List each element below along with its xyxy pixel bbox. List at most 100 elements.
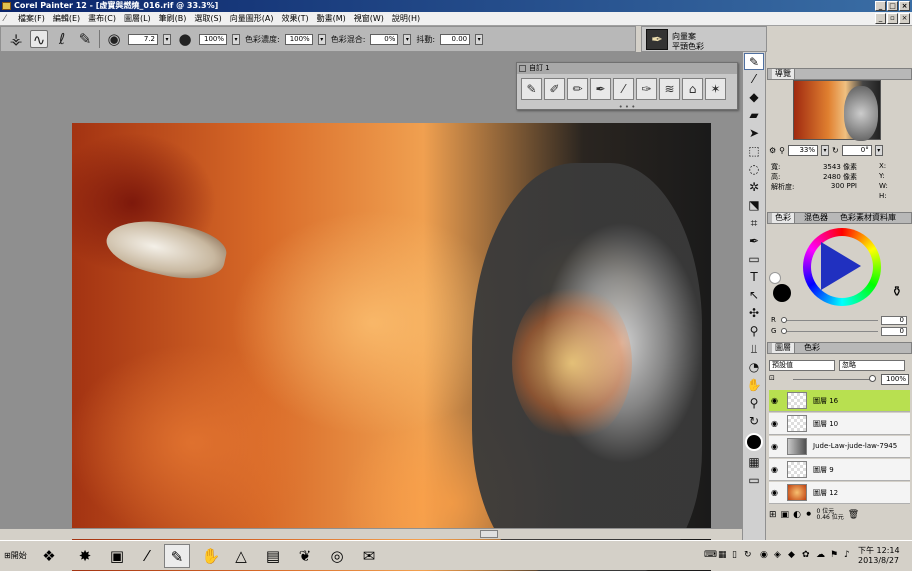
layer-row[interactable]: ◉ 圖層 16 xyxy=(769,390,910,412)
shape-selection-icon[interactable]: ↖ xyxy=(744,287,764,304)
layer-commands-icon[interactable]: ⊞ xyxy=(769,510,777,520)
paint-bucket-icon[interactable]: ◆ xyxy=(744,89,764,106)
taskbar-thunderbird-icon[interactable]: ✉ xyxy=(356,544,382,568)
palette-brush-3-icon[interactable]: ✏ xyxy=(567,78,588,100)
tab-layers[interactable]: 圖層 xyxy=(772,343,795,353)
layer-row[interactable]: ◉ Jude-Law-jude-law-7945 xyxy=(769,436,910,458)
taskbar-drive-icon[interactable]: △ xyxy=(228,544,254,568)
close-button[interactable]: × xyxy=(899,1,910,11)
tray-app2-icon[interactable]: ◈ xyxy=(774,550,781,560)
rect-select-icon[interactable]: ⬚ xyxy=(744,143,764,160)
r-slider-knob[interactable] xyxy=(781,317,787,323)
scrollbar-thumb[interactable] xyxy=(480,530,498,538)
palette-brush-9-icon[interactable]: ✶ xyxy=(705,78,726,100)
palette-brush-4-icon[interactable]: ✒ xyxy=(590,78,611,100)
brush-tool-icon[interactable]: ✎ xyxy=(744,53,764,70)
main-color-swatch[interactable] xyxy=(745,433,763,451)
delete-layer-icon[interactable]: 🗑 xyxy=(848,510,859,520)
palette-brush-1-icon[interactable]: ✎ xyxy=(521,78,542,100)
taskbar-painter-brush-icon[interactable]: ⁄ xyxy=(134,544,160,568)
taskbar-hand-icon[interactable]: ✋ xyxy=(198,544,224,568)
selection-adjuster-icon[interactable]: ⬔ xyxy=(744,197,764,214)
brush-selector[interactable]: ✒ 向量案 平頭色彩 xyxy=(641,26,767,52)
minimize-button[interactable]: _ xyxy=(875,1,886,11)
doc-close-button[interactable]: × xyxy=(899,13,910,24)
opacity-slider-knob[interactable] xyxy=(869,375,876,382)
resat-dropdown[interactable]: ▾ xyxy=(317,33,326,45)
horizontal-scrollbar[interactable] xyxy=(0,528,742,539)
opacity-dropdown[interactable]: ▾ xyxy=(232,33,240,45)
pen-tool-icon[interactable]: ✒ xyxy=(744,233,764,250)
stamp-icon[interactable]: ⚱ xyxy=(891,284,903,300)
paper-texture-icon[interactable]: ▦ xyxy=(744,454,764,471)
visibility-eye-icon[interactable]: ◉ xyxy=(771,488,781,498)
nav-options-icon[interactable]: ⚙ xyxy=(769,146,776,155)
tray-volume-icon[interactable]: ♪ xyxy=(844,550,850,560)
navigator-preview[interactable] xyxy=(793,80,881,141)
taskbar-windows-icon[interactable]: ❖ xyxy=(36,544,62,568)
tray-battery-icon[interactable]: ▯ xyxy=(732,550,737,560)
grabber-tool-icon[interactable]: ✋ xyxy=(744,377,764,394)
tray-app6-icon[interactable]: ⚑ xyxy=(830,550,838,560)
rectangle-shape-icon[interactable]: ▭ xyxy=(744,251,764,268)
layer-adjuster-icon[interactable]: ➤ xyxy=(744,125,764,142)
doc-minimize-button[interactable]: _ xyxy=(875,13,886,24)
tray-keyboard-icon[interactable]: ⌨ xyxy=(704,550,717,560)
layer-row[interactable]: ◉ 圖層 12 xyxy=(769,482,910,504)
rubber-stamp-icon[interactable]: ⚲ xyxy=(744,323,764,340)
zoom-field[interactable]: 33% xyxy=(788,144,819,156)
taskbar-leaf-icon[interactable]: ❦ xyxy=(292,544,318,568)
menu-canvas[interactable]: 畫布(C) xyxy=(84,13,120,24)
text-tool-icon[interactable]: T xyxy=(744,269,764,286)
new-layer-icon[interactable]: ▣ xyxy=(781,510,790,520)
size-dropdown[interactable]: ▾ xyxy=(163,33,171,45)
palette-brush-6-icon[interactable]: ✑ xyxy=(636,78,657,100)
straight-line-icon[interactable]: ℓ xyxy=(53,30,71,48)
r-value[interactable]: 0 xyxy=(881,316,907,325)
lasso-icon[interactable]: ◌ xyxy=(744,161,764,178)
visibility-eye-icon[interactable]: ◉ xyxy=(771,396,781,406)
taskbar-painter-active-icon[interactable]: ✎ xyxy=(164,544,190,568)
tab-channels[interactable]: 色彩 xyxy=(801,343,823,353)
taskbar-game-icon[interactable]: ✸ xyxy=(72,544,98,568)
jitter-field[interactable]: 0.00 xyxy=(440,33,471,45)
rotate-page-icon[interactable]: ↻ xyxy=(744,413,764,430)
visibility-eye-icon[interactable]: ◉ xyxy=(771,465,781,475)
palette-close-icon[interactable] xyxy=(519,65,526,72)
dodge-tool-icon[interactable]: ◔ xyxy=(744,359,764,376)
main-color-chip[interactable] xyxy=(773,284,791,302)
visibility-eye-icon[interactable]: ◉ xyxy=(771,442,781,452)
additional-color-swatch[interactable] xyxy=(769,272,781,284)
crop-tool-icon[interactable]: ⌗ xyxy=(744,215,764,232)
doc-restore-button[interactable]: ▫ xyxy=(887,13,898,24)
taskbar-chrome-icon[interactable]: ◎ xyxy=(324,544,350,568)
zoom-dropdown[interactable]: ▾ xyxy=(821,144,830,156)
document-canvas[interactable] xyxy=(72,123,711,571)
palette-brush-2-icon[interactable]: ✐ xyxy=(544,78,565,100)
freehand-stroke-icon[interactable]: ∿ xyxy=(30,30,48,49)
layer-opacity-field[interactable]: 100% xyxy=(881,374,909,385)
tray-app1-icon[interactable]: ◉ xyxy=(760,550,768,560)
g-slider-knob[interactable] xyxy=(781,328,787,334)
screen-mode-icon[interactable]: ▭ xyxy=(744,472,764,489)
angle-field[interactable]: 0° xyxy=(841,144,872,156)
menu-brushes[interactable]: 筆刷(B) xyxy=(155,13,191,24)
palette-brush-7-icon[interactable]: ≋ xyxy=(659,78,680,100)
visibility-eye-icon[interactable]: ◉ xyxy=(771,419,781,429)
menu-movie[interactable]: 動畫(M) xyxy=(313,13,350,24)
dropper-tool-icon[interactable]: ⁄ xyxy=(744,71,764,88)
palette-brush-8-icon[interactable]: ⌂ xyxy=(682,78,703,100)
saturation-triangle[interactable] xyxy=(821,242,861,290)
composite-depth-select[interactable]: 忽略 xyxy=(839,360,905,371)
brush-category-icon[interactable]: ✒ xyxy=(646,29,668,50)
menu-file[interactable]: 檔案(F) xyxy=(14,13,49,24)
tab-color[interactable]: 色彩 xyxy=(772,213,795,223)
brush-options-icon[interactable]: ✎ xyxy=(76,30,94,48)
menu-edit[interactable]: 編輯(E) xyxy=(49,13,84,24)
resat-field[interactable]: 100% xyxy=(284,33,313,45)
opacity-field[interactable]: 100% xyxy=(199,33,227,45)
layer-row[interactable]: ◉ 圖層 10 xyxy=(769,413,910,435)
start-button[interactable]: ⊞開始 xyxy=(2,544,32,568)
magic-wand-icon[interactable]: ✲ xyxy=(744,179,764,196)
eraser-tool-icon[interactable]: ▰ xyxy=(744,107,764,124)
